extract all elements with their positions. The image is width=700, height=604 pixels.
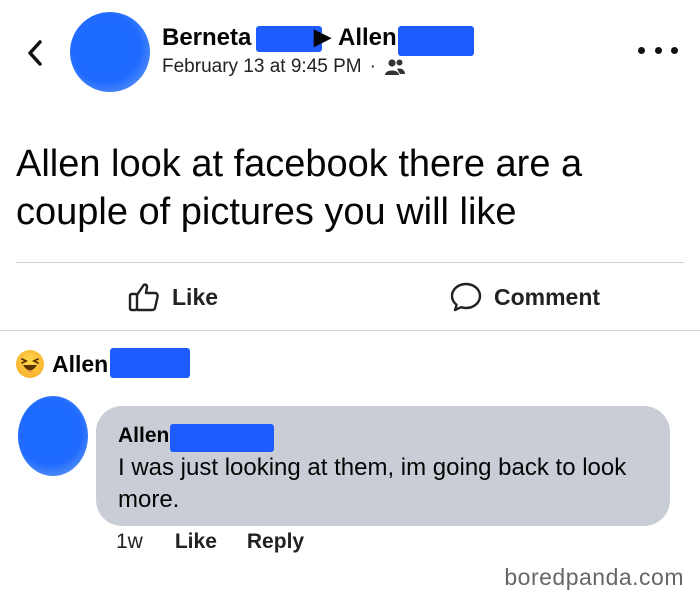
comment-icon [450,282,482,312]
more-options-button[interactable] [638,40,678,60]
post-timestamp[interactable]: February 13 at 9:45 PM [162,56,362,78]
post-text: Allen look at facebook there are a coupl… [16,143,583,233]
separator: · [369,56,376,77]
name-redaction [398,26,474,56]
divider [0,330,700,331]
commenter-avatar[interactable] [18,396,88,476]
chevron-left-icon [28,40,42,66]
watermark: boredpanda.com [504,564,684,590]
divider [16,262,684,263]
arrow-icon: ▶ [314,24,331,49]
thumbs-up-icon [128,283,159,312]
comment-button[interactable]: Comment [450,282,600,312]
laughing-emoji-icon [16,350,44,378]
name-redaction [256,26,322,52]
comment-reply-link[interactable]: Reply [247,530,304,554]
target-name[interactable]: Allen [338,24,397,51]
name-redaction [110,348,190,378]
back-button[interactable] [22,36,48,70]
comment-meta: 1w Like Reply [116,530,334,554]
comment-label: Comment [494,283,601,310]
friends-icon [384,59,405,75]
author-name[interactable]: Berneta [162,24,251,51]
like-label: Like [172,283,219,310]
comment-author[interactable]: Allen [118,424,169,448]
dot [638,46,645,54]
reactor-name[interactable]: Allen [52,351,108,378]
reaction-row[interactable]: Allen [16,350,108,378]
avatar[interactable] [70,12,150,92]
comment-text: I was just looking at them, im going bac… [118,454,627,513]
comment-bubble[interactable]: Allen I was just looking at them, im goi… [96,406,670,526]
post-header: Berneta ▶ Allen February 13 at 9:45 PM · [162,24,602,94]
name-redaction [170,424,274,452]
comment-like-link[interactable]: Like [175,530,217,554]
dot [654,46,662,54]
like-button[interactable]: Like [128,282,218,312]
comment-time[interactable]: 1w [116,530,143,554]
dot [671,46,678,54]
